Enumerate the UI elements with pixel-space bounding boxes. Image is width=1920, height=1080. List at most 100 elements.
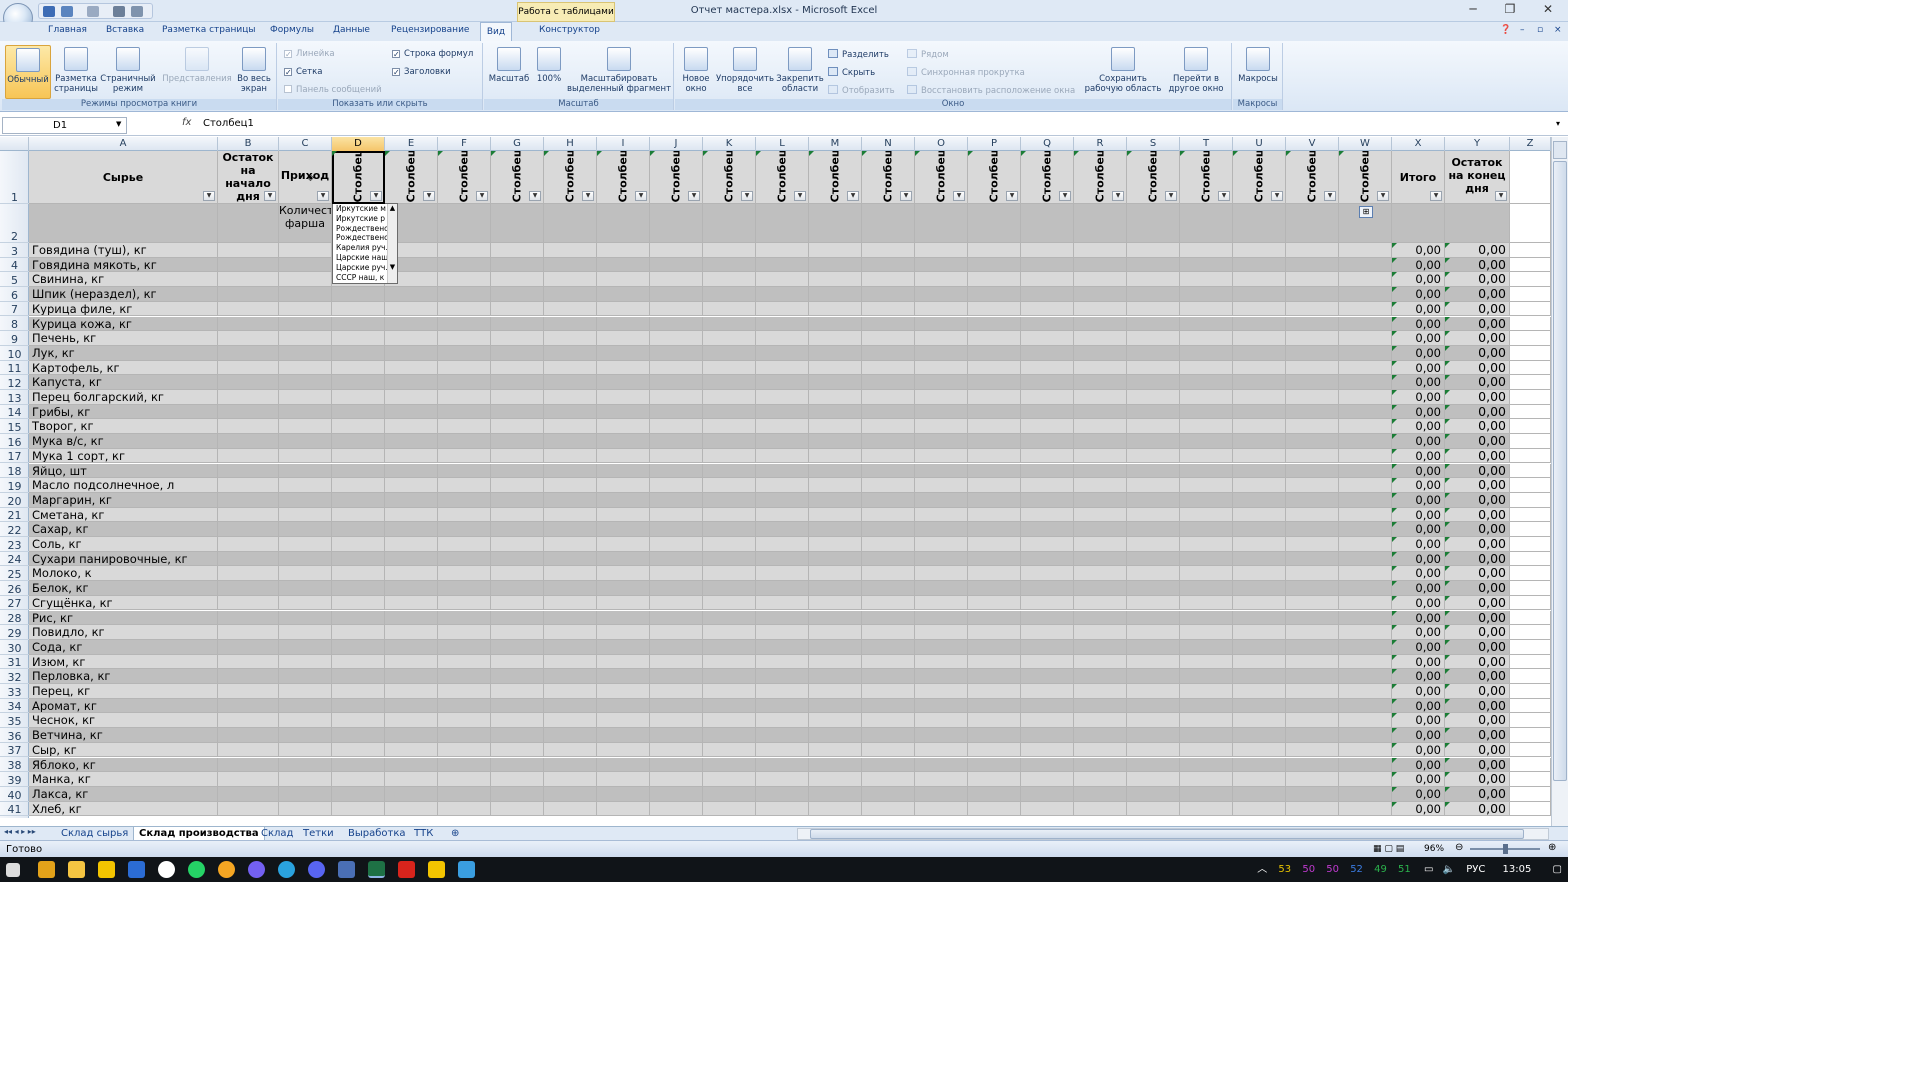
data-cell[interactable] bbox=[1021, 698, 1074, 714]
end-balance-cell[interactable]: 0,00 bbox=[1445, 772, 1510, 787]
data-cell[interactable] bbox=[1127, 625, 1180, 640]
header-cell-vertical[interactable]: Столбец ▼ bbox=[756, 151, 809, 204]
data-cell[interactable] bbox=[703, 625, 756, 640]
data-cell[interactable] bbox=[809, 801, 862, 817]
data-cell[interactable] bbox=[756, 316, 809, 332]
data-cell[interactable] bbox=[1339, 772, 1392, 787]
column-header[interactable]: V bbox=[1286, 137, 1339, 151]
data-cell[interactable] bbox=[1180, 742, 1233, 758]
filter-dropdown-icon[interactable]: ▼ bbox=[370, 191, 382, 201]
row-header[interactable]: 1 bbox=[0, 151, 29, 204]
data-cell[interactable] bbox=[1286, 669, 1339, 684]
data-cell[interactable] bbox=[385, 610, 438, 626]
item-name-cell[interactable]: Картофель, кг bbox=[29, 360, 218, 376]
row2-cell[interactable] bbox=[650, 204, 703, 243]
data-cell[interactable] bbox=[650, 345, 703, 361]
data-cell[interactable] bbox=[1021, 375, 1074, 390]
data-cell[interactable] bbox=[279, 566, 332, 582]
data-cell[interactable] bbox=[809, 331, 862, 346]
row-header[interactable]: 26 bbox=[0, 581, 29, 596]
data-cell[interactable] bbox=[218, 316, 279, 332]
data-cell[interactable] bbox=[218, 375, 279, 390]
row-header[interactable]: 20 bbox=[0, 493, 29, 508]
data-cell[interactable] bbox=[332, 639, 385, 655]
data-cell[interactable] bbox=[1180, 522, 1233, 537]
total-cell[interactable]: 0,00 bbox=[1392, 551, 1445, 567]
data-cell[interactable] bbox=[438, 625, 491, 640]
data-cell[interactable] bbox=[650, 522, 703, 537]
data-cell[interactable] bbox=[279, 669, 332, 684]
data-cell[interactable] bbox=[491, 272, 544, 288]
data-cell[interactable] bbox=[544, 375, 597, 390]
data-cell[interactable] bbox=[279, 684, 332, 699]
data-cell[interactable] bbox=[1286, 360, 1339, 376]
row2-cell[interactable] bbox=[915, 204, 968, 243]
column-header[interactable]: F bbox=[438, 137, 491, 151]
switch-windows-button[interactable]: Перейти в другое окно bbox=[1163, 47, 1229, 94]
row2-cell[interactable] bbox=[703, 204, 756, 243]
data-cell[interactable] bbox=[703, 507, 756, 523]
data-cell[interactable] bbox=[1074, 566, 1127, 582]
data-cell[interactable] bbox=[1021, 610, 1074, 626]
data-cell[interactable] bbox=[650, 463, 703, 479]
data-cell[interactable] bbox=[1021, 786, 1074, 802]
data-cell[interactable] bbox=[1339, 639, 1392, 655]
data-cell[interactable] bbox=[703, 537, 756, 552]
data-cell[interactable] bbox=[915, 478, 968, 493]
data-cell[interactable] bbox=[968, 287, 1021, 302]
data-cell[interactable] bbox=[1286, 698, 1339, 714]
data-cell[interactable] bbox=[862, 448, 915, 464]
data-cell[interactable] bbox=[1233, 669, 1286, 684]
data-cell[interactable] bbox=[1127, 522, 1180, 537]
data-cell[interactable] bbox=[438, 375, 491, 390]
zoom-out-icon[interactable]: ⊖ bbox=[1455, 842, 1463, 853]
end-balance-cell[interactable]: 0,00 bbox=[1445, 551, 1510, 567]
data-cell[interactable] bbox=[1339, 757, 1392, 773]
data-cell[interactable] bbox=[650, 757, 703, 773]
empty-cell[interactable] bbox=[1510, 728, 1551, 743]
data-cell[interactable] bbox=[1127, 639, 1180, 655]
data-cell[interactable] bbox=[1180, 595, 1233, 611]
data-cell[interactable] bbox=[650, 698, 703, 714]
clock[interactable]: 13:05 bbox=[1503, 864, 1532, 875]
data-cell[interactable] bbox=[756, 434, 809, 449]
yandex-browser-icon[interactable] bbox=[158, 861, 175, 878]
data-cell[interactable] bbox=[1180, 772, 1233, 787]
data-cell[interactable] bbox=[332, 786, 385, 802]
data-cell[interactable] bbox=[915, 713, 968, 729]
data-cell[interactable] bbox=[332, 434, 385, 449]
data-cell[interactable] bbox=[1021, 537, 1074, 552]
data-cell[interactable] bbox=[650, 419, 703, 435]
data-cell[interactable] bbox=[1286, 448, 1339, 464]
data-cell[interactable] bbox=[1074, 581, 1127, 596]
data-cell[interactable] bbox=[862, 786, 915, 802]
data-cell[interactable] bbox=[1021, 390, 1074, 405]
tab-view[interactable]: Вид bbox=[480, 22, 512, 41]
data-cell[interactable] bbox=[597, 507, 650, 523]
row2-cell[interactable]: ⊞ bbox=[1339, 204, 1392, 243]
data-cell[interactable] bbox=[1233, 287, 1286, 302]
data-cell[interactable] bbox=[1233, 345, 1286, 361]
data-cell[interactable] bbox=[491, 522, 544, 537]
data-cell[interactable] bbox=[332, 463, 385, 479]
data-cell[interactable] bbox=[544, 360, 597, 376]
data-cell[interactable] bbox=[968, 360, 1021, 376]
item-name-cell[interactable]: Хлеб, кг bbox=[29, 801, 218, 817]
header-cell-vertical[interactable]: Столбец ▼ bbox=[597, 151, 650, 204]
word-icon[interactable] bbox=[128, 861, 145, 878]
data-cell[interactable] bbox=[1233, 463, 1286, 479]
data-cell[interactable] bbox=[1074, 639, 1127, 655]
data-cell[interactable] bbox=[544, 610, 597, 626]
data-cell[interactable] bbox=[1074, 492, 1127, 508]
data-cell[interactable] bbox=[597, 390, 650, 405]
total-cell[interactable]: 0,00 bbox=[1392, 360, 1445, 376]
data-cell[interactable] bbox=[1286, 757, 1339, 773]
end-balance-cell[interactable]: 0,00 bbox=[1445, 610, 1510, 626]
data-cell[interactable] bbox=[491, 316, 544, 332]
row-header[interactable]: 33 bbox=[0, 684, 29, 699]
data-cell[interactable] bbox=[650, 713, 703, 729]
row-header[interactable]: 36 bbox=[0, 728, 29, 743]
row-header[interactable]: 13 bbox=[0, 390, 29, 405]
item-name-cell[interactable]: Мука 1 сорт, кг bbox=[29, 448, 218, 464]
data-cell[interactable] bbox=[703, 757, 756, 773]
